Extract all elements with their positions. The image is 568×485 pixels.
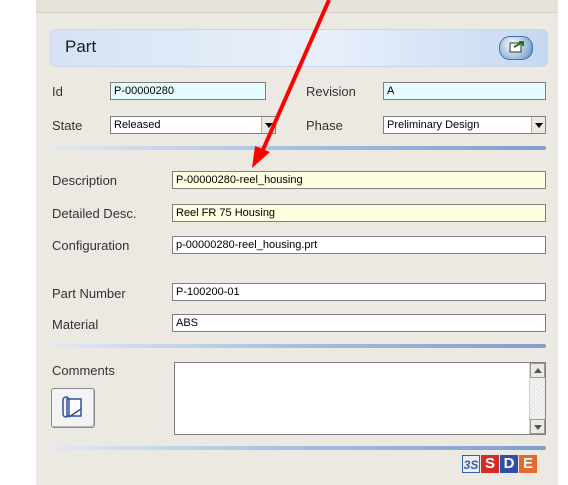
- detailed-desc-label: Detailed Desc.: [52, 206, 137, 221]
- material-field[interactable]: ABS: [172, 314, 546, 332]
- chevron-down-icon[interactable]: [261, 117, 275, 133]
- material-label: Material: [52, 317, 99, 332]
- separator: [50, 446, 546, 450]
- logo-letter-d: D: [500, 455, 518, 473]
- configuration-label: Configuration: [52, 238, 130, 253]
- comments-textarea[interactable]: [174, 362, 546, 435]
- comments-value: [175, 363, 545, 367]
- detailed-desc-field[interactable]: Reel FR 75 Housing: [172, 204, 546, 222]
- state-label: State: [52, 118, 83, 133]
- configuration-field[interactable]: p-00000280-reel_housing.prt: [172, 236, 546, 254]
- state-select[interactable]: Released: [110, 116, 276, 134]
- part-number-field[interactable]: P-100200-01: [172, 283, 546, 301]
- separator: [50, 146, 546, 150]
- part-form-panel: Part Id P-00000280 Revision A State Rele…: [36, 0, 558, 485]
- part-header: Part: [50, 29, 548, 67]
- 3ds-logo-icon: 3S: [462, 455, 480, 473]
- export-button[interactable]: [499, 36, 533, 60]
- comments-label: Comments: [52, 363, 115, 378]
- revision-field[interactable]: A: [383, 82, 546, 100]
- header-title: Part: [65, 37, 97, 56]
- scroll-up-icon[interactable]: [530, 363, 545, 378]
- comments-scrollbar[interactable]: [529, 363, 545, 434]
- id-field[interactable]: P-00000280: [110, 82, 266, 100]
- scroll-down-icon[interactable]: [530, 419, 545, 434]
- part-number-label: Part Number: [52, 286, 126, 301]
- export-icon: [509, 41, 524, 53]
- phase-select[interactable]: Preliminary Design: [383, 116, 546, 134]
- description-label: Description: [52, 173, 118, 188]
- id-label: Id: [52, 84, 63, 99]
- revision-label: Revision: [306, 84, 356, 99]
- attach-button[interactable]: [51, 388, 95, 428]
- attachment-icon: [62, 396, 82, 418]
- description-field[interactable]: P-00000280-reel_housing: [172, 171, 546, 189]
- logo-letter-s: S: [481, 455, 499, 473]
- logo-letter-e: E: [519, 455, 537, 473]
- top-strip: [36, 0, 558, 13]
- chevron-down-icon[interactable]: [531, 117, 545, 133]
- state-value: Released: [114, 119, 161, 131]
- separator: [50, 344, 546, 348]
- phase-label: Phase: [306, 118, 343, 133]
- sde-logo: 3S S D E: [462, 455, 538, 473]
- phase-value: Preliminary Design: [387, 119, 480, 131]
